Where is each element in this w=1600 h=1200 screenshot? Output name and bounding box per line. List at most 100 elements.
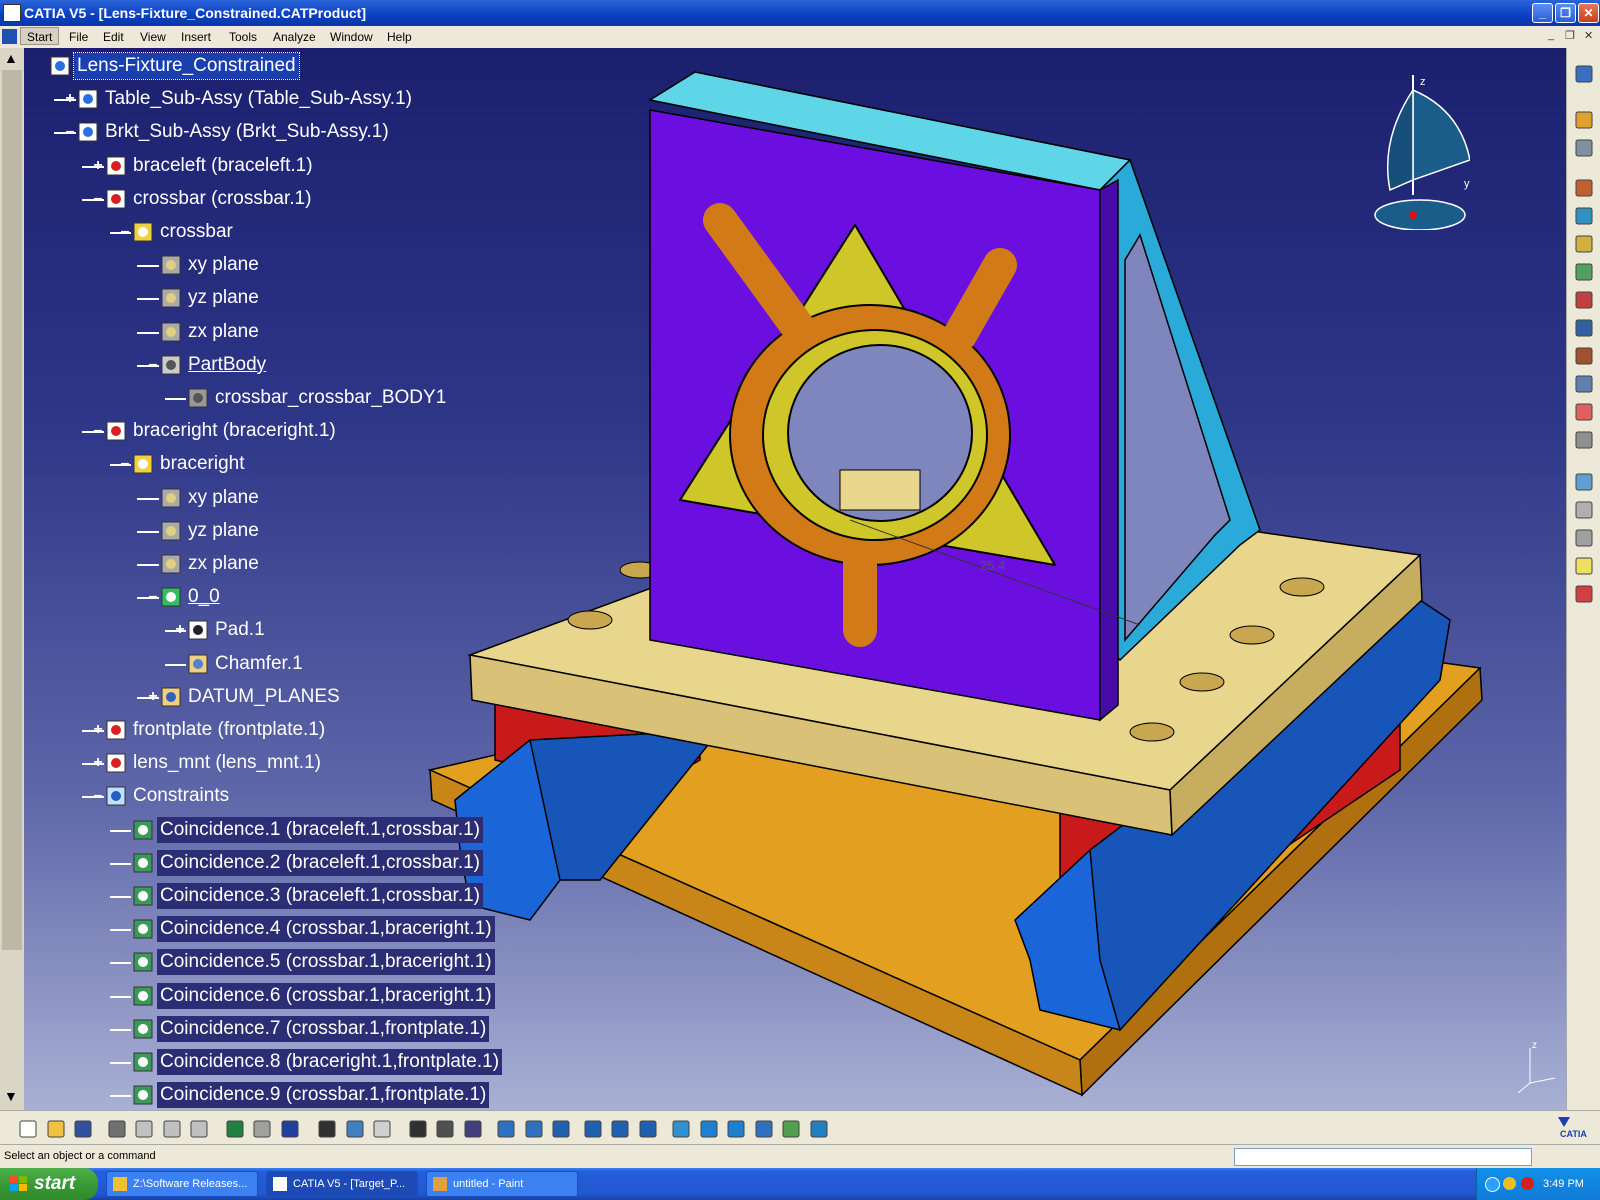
- tree-node-label[interactable]: 0_0: [185, 584, 223, 610]
- minimize-button[interactable]: _: [1532, 3, 1553, 23]
- dimension-label[interactable]: 25.4: [980, 558, 1005, 573]
- plane-icon[interactable]: [159, 286, 183, 310]
- sectioning-icon[interactable]: [1574, 528, 1594, 548]
- plane-icon[interactable]: [159, 552, 183, 576]
- print-icon[interactable]: [107, 1119, 127, 1139]
- measure-icon[interactable]: [463, 1119, 483, 1139]
- compass[interactable]: z y: [1360, 70, 1470, 230]
- open-icon[interactable]: [46, 1119, 66, 1139]
- clash-icon[interactable]: [1574, 500, 1594, 520]
- tree-node-label[interactable]: yz plane: [185, 285, 262, 311]
- tree-node[interactable]: Coincidence.5 (crossbar.1,braceright.1): [0, 948, 560, 976]
- plane-icon[interactable]: [159, 253, 183, 277]
- tree-node-label[interactable]: Coincidence.6 (crossbar.1,braceright.1): [157, 982, 495, 1009]
- tree-node-label[interactable]: crossbar: [157, 219, 236, 245]
- tree-node-label[interactable]: yz plane: [185, 518, 262, 544]
- tree-node-label[interactable]: Coincidence.8 (braceright.1,frontplate.1…: [157, 1049, 503, 1075]
- fly-mode-icon[interactable]: [496, 1119, 516, 1139]
- collapse-icon[interactable]: –: [64, 124, 76, 140]
- menu-analyze[interactable]: Analyze: [273, 30, 316, 44]
- tree-node[interactable]: Coincidence.7 (crossbar.1,frontplate.1): [0, 1015, 560, 1043]
- normal-view-icon[interactable]: [671, 1119, 691, 1139]
- network-icon[interactable]: [1485, 1177, 1500, 1192]
- taskbar-item-explorer[interactable]: Z:\Software Releases...: [106, 1171, 258, 1197]
- tree-node[interactable]: – braceright: [0, 450, 560, 478]
- partbody-gear-icon[interactable]: [159, 353, 183, 377]
- menu-window[interactable]: Window: [330, 30, 373, 44]
- menu-insert[interactable]: Insert: [181, 30, 211, 44]
- coincidence-icon[interactable]: [131, 917, 155, 941]
- tree-node-label[interactable]: Brkt_Sub-Assy (Brkt_Sub-Assy.1): [102, 119, 392, 145]
- tree-node-label[interactable]: crossbar (crossbar.1): [130, 186, 314, 212]
- multi-instantiation-icon[interactable]: [1574, 402, 1594, 422]
- copy-icon[interactable]: [162, 1119, 182, 1139]
- expand-icon[interactable]: +: [174, 622, 186, 638]
- insert-component-icon[interactable]: [1574, 206, 1594, 226]
- menu-view[interactable]: View: [140, 30, 166, 44]
- tree-node[interactable]: Lens-Fixture_Constrained: [0, 52, 560, 80]
- expand-icon[interactable]: +: [147, 688, 159, 704]
- tree-node[interactable]: – Brkt_Sub-Assy (Brkt_Sub-Assy.1): [0, 118, 560, 146]
- coincidence-icon[interactable]: [131, 818, 155, 842]
- plane-icon[interactable]: [159, 486, 183, 510]
- tree-node-label[interactable]: lens_mnt (lens_mnt.1): [130, 750, 324, 776]
- menu-help[interactable]: Help: [387, 30, 412, 44]
- new-part-icon[interactable]: [1574, 234, 1594, 254]
- product-structure-icon[interactable]: [1574, 64, 1594, 84]
- tree-node-label[interactable]: braceleft (braceleft.1): [130, 153, 316, 179]
- reorder-tree-icon[interactable]: [1574, 346, 1594, 366]
- tree-node-label[interactable]: zx plane: [185, 319, 262, 345]
- tree-node[interactable]: Coincidence.6 (crossbar.1,braceright.1): [0, 982, 560, 1010]
- tree-node[interactable]: – braceright (braceright.1): [0, 417, 560, 445]
- menu-tools[interactable]: Tools: [229, 30, 257, 44]
- tree-node[interactable]: – PartBody: [0, 351, 560, 379]
- paste-icon[interactable]: [189, 1119, 209, 1139]
- product-icon[interactable]: [76, 120, 100, 144]
- tree-node[interactable]: zx plane: [0, 550, 560, 578]
- coincidence-icon[interactable]: [131, 1017, 155, 1041]
- table-icon[interactable]: [408, 1119, 428, 1139]
- catia-app-icon[interactable]: [3, 4, 21, 22]
- update-icon[interactable]: [1574, 584, 1594, 604]
- restore-button[interactable]: ❐: [1555, 3, 1576, 23]
- tree-node[interactable]: xy plane: [0, 251, 560, 279]
- tree-node[interactable]: xy plane: [0, 484, 560, 512]
- tree-node[interactable]: Coincidence.4 (crossbar.1,braceright.1): [0, 915, 560, 943]
- tree-node-label[interactable]: xy plane: [185, 252, 262, 278]
- tree-node[interactable]: Coincidence.9 (crossbar.1,frontplate.1): [0, 1081, 560, 1109]
- tree-node[interactable]: Coincidence.1 (braceleft.1,crossbar.1): [0, 816, 560, 844]
- tree-node[interactable]: Chamfer.1: [0, 650, 560, 678]
- tree-node[interactable]: – crossbar: [0, 218, 560, 246]
- tree-node-label[interactable]: Coincidence.1 (braceleft.1,crossbar.1): [157, 816, 483, 843]
- tree-node[interactable]: + Pad.1: [0, 616, 560, 644]
- tree-node-label[interactable]: Constraints: [130, 783, 232, 809]
- generate-numbering-icon[interactable]: [1574, 374, 1594, 394]
- pan-icon[interactable]: [551, 1119, 571, 1139]
- multi-view-icon[interactable]: [699, 1119, 719, 1139]
- tree-node[interactable]: zx plane: [0, 318, 560, 346]
- coincidence-icon[interactable]: [131, 950, 155, 974]
- tree-node[interactable]: + braceleft (braceleft.1): [0, 152, 560, 180]
- tree-node-label[interactable]: Table_Sub-Assy (Table_Sub-Assy.1): [102, 86, 415, 112]
- tree-node-label[interactable]: PartBody: [185, 352, 269, 378]
- collapse-icon[interactable]: –: [92, 788, 104, 804]
- plane-icon[interactable]: [159, 320, 183, 344]
- tree-node-label[interactable]: xy plane: [185, 485, 262, 511]
- tree-node-label[interactable]: braceright (braceright.1): [130, 418, 339, 444]
- hide-show-icon[interactable]: [781, 1119, 801, 1139]
- chamfer-icon[interactable]: [186, 652, 210, 676]
- solid-body-icon[interactable]: [186, 386, 210, 410]
- collapse-icon[interactable]: –: [119, 224, 131, 240]
- geometrical-set-icon[interactable]: [159, 685, 183, 709]
- tree-node-label[interactable]: braceright: [157, 451, 248, 477]
- expand-icon[interactable]: +: [92, 157, 104, 173]
- constraints-icon[interactable]: [104, 784, 128, 808]
- swap-visible-icon[interactable]: [809, 1119, 829, 1139]
- undo-icon[interactable]: [225, 1119, 245, 1139]
- product-icon[interactable]: [48, 54, 72, 78]
- new-icon[interactable]: [18, 1119, 38, 1139]
- tree-node[interactable]: crossbar_crossbar_BODY1: [0, 384, 560, 412]
- tree-node[interactable]: Coincidence.2 (braceleft.1,crossbar.1): [0, 849, 560, 877]
- existing-component-icon[interactable]: [1574, 262, 1594, 282]
- pad-icon[interactable]: [186, 618, 210, 642]
